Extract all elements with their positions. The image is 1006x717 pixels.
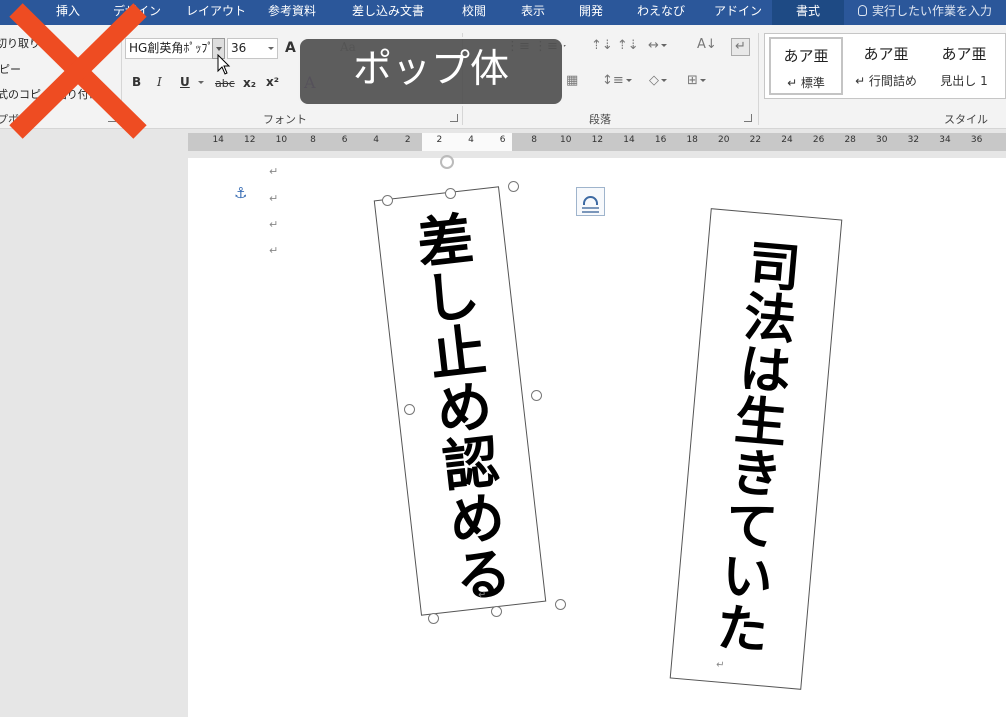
resize-handle[interactable] <box>444 187 456 199</box>
style-preview: あア亜 <box>783 47 829 65</box>
rotation-handle[interactable] <box>440 155 454 169</box>
show-marks-icon[interactable]: ↵ <box>731 38 750 56</box>
subscript-button[interactable]: x₂ <box>243 76 256 90</box>
tab-addins[interactable]: アドイン <box>714 0 762 25</box>
ruler-tick-label: 2 <box>404 135 411 145</box>
font-group-label: フォント <box>263 113 307 126</box>
underline-dropdown[interactable] <box>196 75 204 91</box>
tab-waenavi[interactable]: わえなび <box>637 0 685 25</box>
ruler-tick-label: 34 <box>939 135 951 145</box>
tell-me-search[interactable]: 実行したい作業を入力 <box>858 0 992 25</box>
paragraph-mark: ↵ <box>269 192 279 205</box>
style-no-spacing[interactable]: あア亜 ↵ 行間詰め <box>849 37 923 95</box>
resize-handle[interactable] <box>403 403 415 415</box>
superscript-button[interactable]: x² <box>266 75 279 89</box>
ruler-tick-label: 30 <box>876 135 888 145</box>
style-normal[interactable]: あア亜 ↵ 標準 <box>769 37 843 95</box>
tab-developer[interactable]: 開発 <box>579 0 603 25</box>
ruler-tick-label: 8 <box>531 135 538 145</box>
group-separator <box>758 33 759 125</box>
ruler-tick-label: 8 <box>310 135 316 145</box>
styles-gallery: あア亜 ↵ 標準 あア亜 ↵ 行間詰め あア亜 見出し 1 <box>764 33 1006 99</box>
style-name: ↵ 標準 <box>787 76 825 90</box>
textbox-1-text[interactable]: 差し止め認める <box>405 209 514 606</box>
ruler-tick-label: 22 <box>749 135 762 145</box>
paragraph-mark: ↵ <box>269 218 279 231</box>
style-preview: あア亜 <box>863 45 909 63</box>
ruler-tick-label: 14 <box>212 135 224 145</box>
resize-handle[interactable] <box>490 605 502 617</box>
ruler-tick-label: 16 <box>654 135 667 145</box>
sort-icon[interactable]: A↓ <box>697 37 717 53</box>
resize-handle[interactable] <box>554 598 566 610</box>
ruler-tick-label: 20 <box>718 135 730 145</box>
paragraph-launcher[interactable] <box>744 114 752 122</box>
strikethrough-button[interactable]: abc <box>215 77 235 90</box>
ruler-tick-label: 26 <box>812 135 825 145</box>
mouse-cursor-icon <box>217 54 231 75</box>
paragraph-mark: ↵ <box>269 165 279 178</box>
ruler-tick-label: 6 <box>499 135 506 145</box>
style-preview: あア亜 <box>941 45 987 63</box>
borders-icon[interactable]: ⊞ <box>687 73 706 89</box>
grow-font-button[interactable]: A <box>285 40 296 56</box>
textbox-2-text[interactable]: 司法は生きていた <box>705 236 801 656</box>
resize-handle[interactable] <box>427 612 439 624</box>
ruler-tick-label: 12 <box>591 135 604 145</box>
resize-handle[interactable] <box>381 194 393 206</box>
tab-view[interactable]: 表示 <box>521 0 545 25</box>
styles-group-label: スタイル <box>944 113 988 126</box>
style-heading-1[interactable]: あア亜 見出し 1 <box>927 37 1001 95</box>
style-name: 見出し 1 <box>940 74 988 88</box>
ruler-tick-label: 4 <box>373 135 380 145</box>
ruler-tick-label: 10 <box>275 135 288 145</box>
ruler-tick-label: 10 <box>560 135 572 145</box>
ruler-tick-label: 2 <box>436 135 443 145</box>
tab-review[interactable]: 校閲 <box>462 0 486 25</box>
horizontal-ruler[interactable]: 14 12 10 8 6 4 2 2 4 6 8 10 12 14 16 18 20 22 24 26 28 30 32 34… <box>188 133 1006 151</box>
tell-me-text: 実行したい作業を入力 <box>872 4 993 18</box>
ruler-tick-label: 32 <box>907 135 920 145</box>
tab-format[interactable]: 書式 <box>772 0 844 25</box>
ruler-tick-label: 28 <box>844 135 856 145</box>
paragraph-group-label: 段落 <box>589 113 611 126</box>
ruler-tick-label: 4 <box>468 135 474 145</box>
font-size-dropdown[interactable] <box>266 41 274 57</box>
document-page[interactable] <box>188 158 1006 717</box>
lightbulb-icon <box>858 5 867 16</box>
text-direction-icon[interactable]: ↔ <box>648 38 667 54</box>
underline-button[interactable]: U <box>180 75 190 89</box>
line-spacing-icon[interactable]: ⇡⇣ ⇡⇣ <box>591 38 639 54</box>
ruler-tick-label: 6 <box>341 135 348 145</box>
anchor-icon[interactable]: ⚓ <box>234 184 247 202</box>
font-name-popup: ポップ体 <box>298 37 564 106</box>
ruler-tick-label: 24 <box>781 135 793 145</box>
resize-handle[interactable] <box>530 389 542 401</box>
justify-icon[interactable]: ▦ <box>566 73 578 89</box>
paragraph-mark: ↵ <box>269 244 279 257</box>
font-launcher[interactable] <box>450 114 458 122</box>
layout-options-icon[interactable] <box>576 187 605 216</box>
ruler-tick-label: 18 <box>686 135 698 145</box>
paragraph-mark: ↵ <box>715 659 725 672</box>
resize-handle[interactable] <box>507 180 519 192</box>
style-name: ↵ 行間詰め <box>855 74 917 88</box>
tab-references[interactable]: 参考資料 <box>268 0 316 25</box>
tab-layout[interactable]: レイアウト <box>186 0 246 25</box>
ruler-tick-label: 14 <box>623 135 635 145</box>
italic-button[interactable]: I <box>157 75 162 89</box>
ruler-tick-label: 36 <box>970 135 983 145</box>
paragraph-spacing-icon[interactable]: ↕≡ <box>602 73 632 89</box>
tab-mailings[interactable]: 差し込み文書 <box>352 0 424 25</box>
popup-text: ポップ体 <box>352 47 509 92</box>
shading-icon[interactable]: ◇ <box>649 73 667 89</box>
ruler-tick-label: 12 <box>244 135 256 145</box>
x-mark-icon <box>9 3 147 139</box>
paragraph-mark: ↵ <box>477 589 488 602</box>
